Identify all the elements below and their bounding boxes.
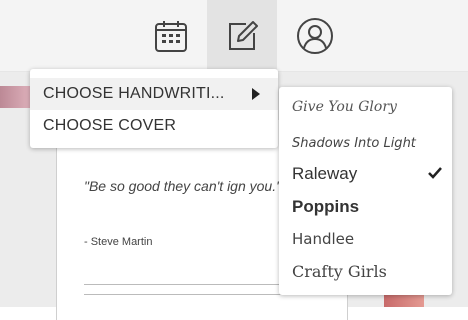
font-option-raleway[interactable]: Raleway: [279, 158, 452, 190]
font-option-label: Crafty Girls: [292, 261, 387, 281]
font-option-label: Raleway: [292, 164, 358, 183]
calendar-button[interactable]: [136, 0, 206, 71]
calendar-icon: [155, 20, 187, 52]
menu-item-label: CHOOSE HANDWRITI...: [43, 85, 225, 102]
quote-text: "Be so good they can't ign you.": [84, 178, 282, 194]
font-option-label: Handlee: [292, 230, 355, 248]
submenu-arrow-icon: [252, 88, 260, 100]
edit-button[interactable]: [207, 0, 277, 71]
font-option-label: Poppins: [292, 197, 360, 216]
menu-item-label: CHOOSE COVER: [43, 117, 177, 134]
font-option-crafty-girls[interactable]: Crafty Girls: [279, 255, 452, 287]
font-option-poppins[interactable]: Poppins: [279, 191, 452, 223]
top-toolbar: [0, 0, 468, 72]
profile-button[interactable]: [280, 0, 350, 71]
checkmark-icon: [428, 167, 442, 179]
font-option-give-you-glory[interactable]: Give You Glory: [279, 91, 452, 123]
font-option-label: Shadows Into Light: [292, 135, 416, 151]
quote-author: - Steve Martin: [84, 236, 153, 248]
decorative-image: [0, 86, 30, 108]
handwriting-submenu: Give You Glory Shadows Into Light Ralewa…: [279, 87, 452, 295]
edit-icon: [229, 20, 258, 50]
user-icon: [297, 17, 333, 54]
menu-item-choose-cover[interactable]: CHOOSE COVER: [30, 110, 278, 142]
font-option-label: Give You Glory: [292, 99, 397, 115]
options-menu: CHOOSE HANDWRITI... CHOOSE COVER: [30, 69, 278, 148]
menu-item-choose-handwriting[interactable]: CHOOSE HANDWRITI...: [30, 78, 278, 110]
font-option-shadows-into-light[interactable]: Shadows Into Light: [279, 127, 452, 159]
font-option-handlee[interactable]: Handlee: [279, 223, 452, 255]
